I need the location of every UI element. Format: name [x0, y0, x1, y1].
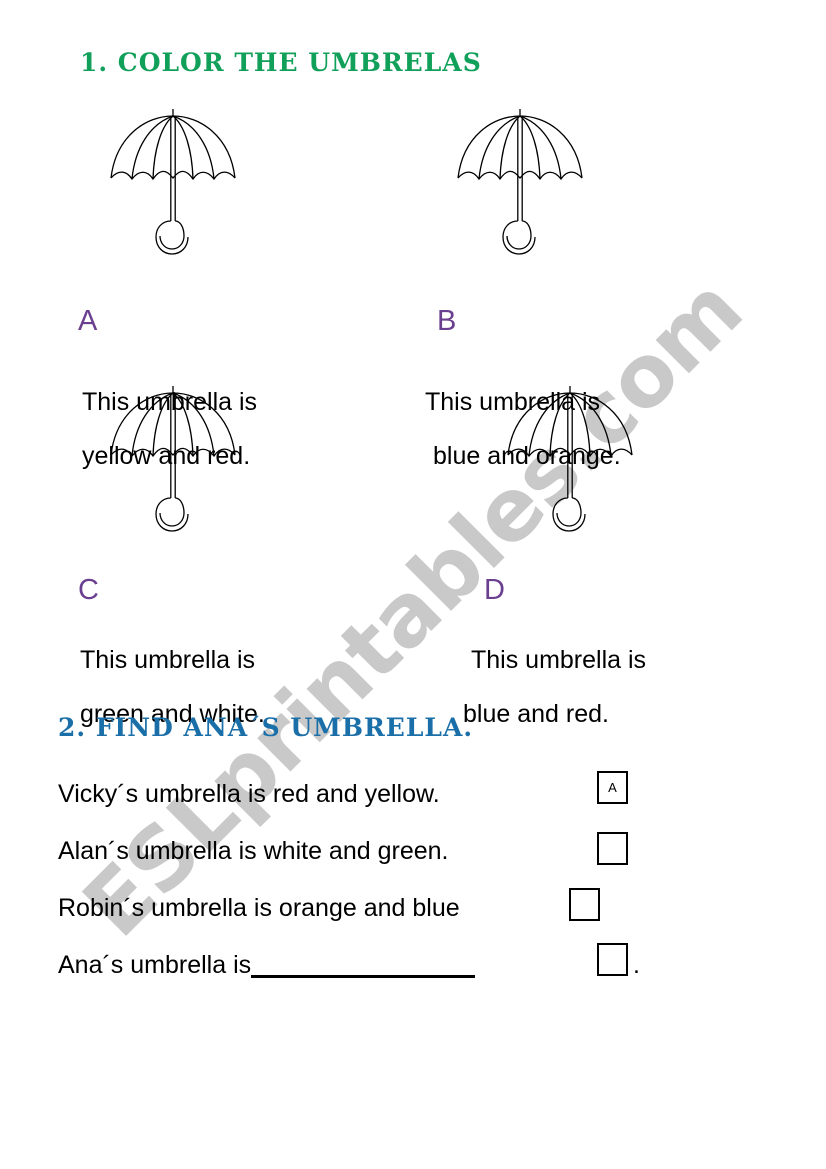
exercise-2-heading: 2. FIND ANA´S UMBRELLA.	[58, 713, 474, 742]
caption-line-2: blue and orange.	[433, 442, 621, 470]
umbrella-illustration-a	[108, 108, 238, 258]
umbrella-label-a: A	[78, 305, 98, 337]
question-row-vicky: Vicky´s umbrella is red and yellow. A	[58, 766, 778, 823]
question-text: Vicky´s umbrella is red and yellow.	[58, 780, 440, 808]
umbrella-icon	[110, 109, 236, 255]
umbrella-caption-d: This umbrella is blue and red.	[463, 633, 646, 741]
umbrella-caption-b: This umbrella is blue and orange.	[425, 375, 621, 483]
trailing-period: .	[633, 951, 640, 979]
question-text: Ana´s umbrella is	[58, 951, 252, 979]
answer-blank-line[interactable]	[251, 953, 476, 978]
question-text: Alan´s umbrella is white and green.	[58, 837, 449, 865]
umbrella-label-c: C	[78, 574, 99, 606]
caption-line-1: This umbrella is	[82, 388, 258, 416]
caption-line-1: This umbrella is	[471, 646, 647, 674]
question-text: Robin´s umbrella is orange and blue	[58, 894, 460, 922]
answer-box-vicky[interactable]: A	[597, 771, 628, 804]
answer-box-alan[interactable]	[597, 832, 628, 865]
question-row-alan: Alan´s umbrella is white and green.	[58, 823, 778, 880]
exercise-1-heading: 1. COLOR THE UMBRELAS	[80, 48, 482, 77]
umbrella-illustration-b	[455, 108, 585, 258]
umbrella-icon	[457, 109, 583, 255]
caption-line-1: This umbrella is	[425, 388, 601, 416]
answer-box-robin[interactable]	[569, 888, 600, 921]
caption-line-2: yellow and red.	[82, 442, 251, 470]
question-row-robin: Robin´s umbrella is orange and blue	[58, 880, 778, 937]
caption-line-1: This umbrella is	[80, 646, 256, 674]
umbrella-caption-a: This umbrella is yellow and red.	[82, 375, 257, 483]
caption-line-2: blue and red.	[463, 700, 609, 728]
umbrella-label-b: B	[437, 305, 457, 337]
umbrella-label-d: D	[484, 574, 505, 606]
answer-box-ana[interactable]	[597, 943, 628, 976]
exercise-2-section: Vicky´s umbrella is red and yellow. A Al…	[58, 766, 778, 994]
question-row-ana: Ana´s umbrella is .	[58, 937, 778, 994]
worksheet-page: ESLprintables.com 1. COLOR THE UMBRELAS	[0, 0, 826, 1169]
